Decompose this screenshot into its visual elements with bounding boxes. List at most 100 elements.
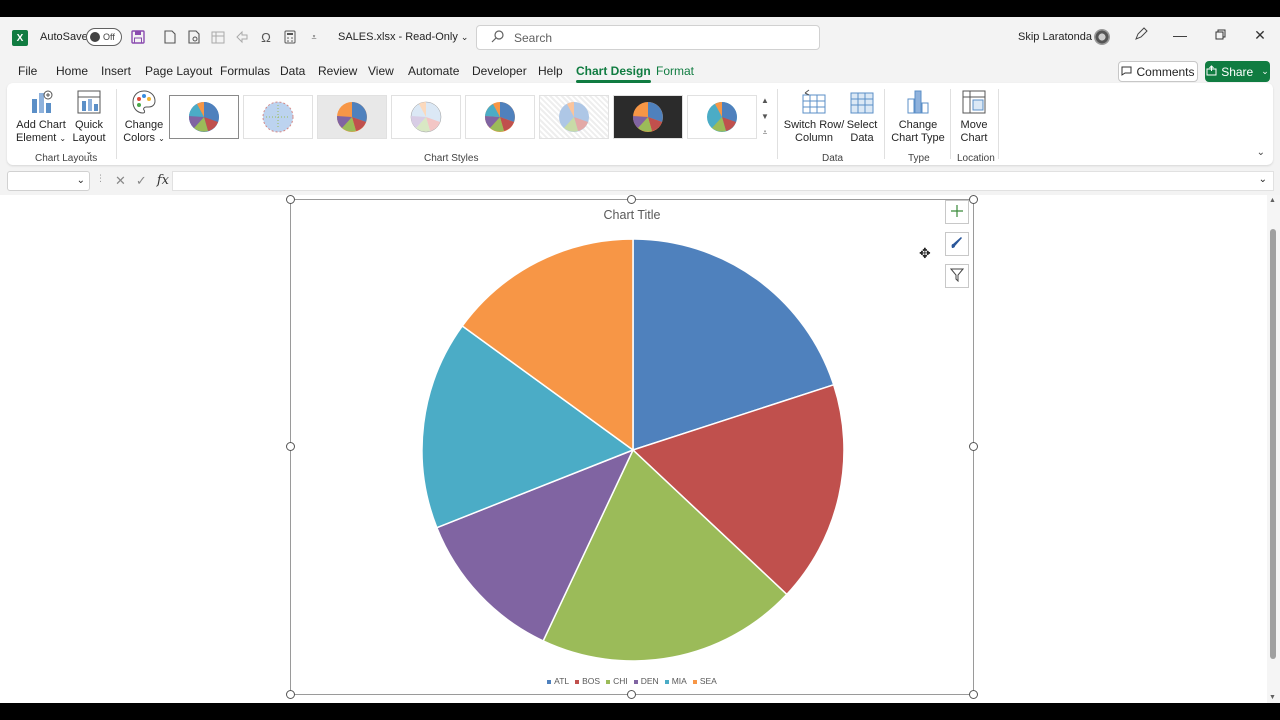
legend-swatch <box>664 679 669 684</box>
resize-handle-bottom-left[interactable] <box>286 690 295 699</box>
legend-item-bos[interactable]: BOS <box>575 676 600 686</box>
save-icon[interactable] <box>130 29 146 45</box>
chevron-down-icon[interactable]: ▼ <box>759 109 771 125</box>
legend-item-chi[interactable]: CHI <box>606 676 628 686</box>
legend-item-sea[interactable]: SEA <box>692 676 717 686</box>
scroll-thumb[interactable] <box>1270 229 1276 659</box>
chart-filters-button[interactable] <box>945 264 969 288</box>
chart-style-4[interactable] <box>391 95 461 139</box>
new-file-icon[interactable] <box>162 29 178 45</box>
chart-style-2[interactable] <box>243 95 313 139</box>
insert-function-icon[interactable]: fx <box>157 173 169 189</box>
resize-handle-right[interactable] <box>969 442 978 451</box>
enter-icon[interactable]: ✓ <box>136 173 147 189</box>
autosave-toggle[interactable]: Off <box>86 28 122 46</box>
vertical-scrollbar[interactable]: ▲ ▼ <box>1267 195 1280 703</box>
chart-style-1[interactable] <box>169 95 239 139</box>
chart-elements-button[interactable] <box>945 200 969 224</box>
resize-handle-bottom-right[interactable] <box>969 690 978 699</box>
legend-label: MIA <box>671 676 687 686</box>
resize-handle-top-right[interactable] <box>969 195 978 204</box>
change-colors-label-2: Colors <box>123 132 156 144</box>
chevron-down-icon: ⌄ <box>1261 66 1269 76</box>
select-data-button[interactable]: Select Data <box>845 89 879 145</box>
tab-help[interactable]: Help <box>538 64 563 78</box>
undo-icon[interactable] <box>234 29 250 45</box>
gallery-scroll[interactable]: ▲ ▼ ⩡ <box>759 93 771 143</box>
filter-icon <box>949 268 965 285</box>
print-preview-icon[interactable] <box>186 29 202 45</box>
chart-legend[interactable]: ATL BOS CHI DEN MIA SEA <box>291 676 973 686</box>
table-icon[interactable] <box>210 29 226 45</box>
title-bar: X AutoSave Off Ω ⩡ SALES.xlsx - Read-Onl… <box>0 17 1280 59</box>
change-colors-button[interactable]: Change Colors ⌄ <box>121 89 167 145</box>
tab-review[interactable]: Review <box>318 64 357 78</box>
change-chart-type-button[interactable]: Change Chart Type <box>889 89 947 145</box>
search-box[interactable]: Search <box>476 25 820 50</box>
tab-view[interactable]: View <box>368 64 394 78</box>
group-label-data: Data <box>822 153 844 164</box>
chart-style-5[interactable] <box>465 95 535 139</box>
chart-title[interactable]: Chart Title <box>291 208 973 222</box>
resize-handle-top-left[interactable] <box>286 195 295 204</box>
tab-file[interactable]: File <box>18 64 37 78</box>
tab-home[interactable]: Home <box>56 64 88 78</box>
chevron-up-icon[interactable]: ▲ <box>759 93 771 109</box>
plus-icon <box>950 204 964 221</box>
select-data-icon <box>849 89 875 115</box>
calculator-icon[interactable] <box>282 29 298 45</box>
pen-icon[interactable] <box>1131 27 1151 44</box>
search-icon <box>491 29 504 46</box>
collapse-ribbon-icon[interactable]: ⌄ <box>1257 147 1265 158</box>
close-icon[interactable]: ✕ <box>1250 27 1270 44</box>
resize-handle-left[interactable] <box>286 442 295 451</box>
tab-insert[interactable]: Insert <box>101 64 131 78</box>
user-name[interactable]: Skip Laratonda <box>1018 31 1092 43</box>
tab-automate[interactable]: Automate <box>408 64 459 78</box>
pie-chart[interactable]: Chart Title ATL BOS CHI DEN MIA SEA <box>290 199 974 695</box>
tab-format[interactable]: Format <box>656 64 694 78</box>
tab-developer[interactable]: Developer <box>472 64 527 78</box>
chevron-down-icon: ⌄ <box>460 32 469 42</box>
excel-logo-icon: X <box>12 30 28 46</box>
restore-icon[interactable] <box>1210 27 1230 43</box>
gallery-more-icon[interactable]: ⩡ <box>759 125 771 141</box>
omega-symbol-icon[interactable]: Ω <box>258 29 274 45</box>
legend-label: ATL <box>554 676 570 686</box>
chart-style-6[interactable] <box>539 95 609 139</box>
name-box[interactable]: ⌄ <box>7 171 90 191</box>
pie-plot-area[interactable] <box>420 237 846 663</box>
legend-item-den[interactable]: DEN <box>633 676 659 686</box>
add-chart-element-button[interactable]: Add Chart Element ⌄ <box>15 89 67 145</box>
tab-chart-design[interactable]: Chart Design <box>576 64 651 83</box>
move-chart-button[interactable]: Move Chart <box>957 89 991 145</box>
comments-button[interactable]: Comments <box>1118 61 1198 82</box>
legend-item-atl[interactable]: ATL <box>547 676 569 686</box>
chevron-down-icon: ⌄ <box>1258 174 1267 185</box>
avatar[interactable] <box>1094 29 1110 45</box>
tab-data[interactable]: Data <box>280 64 305 78</box>
chart-styles-button[interactable] <box>945 232 969 256</box>
tab-formulas[interactable]: Formulas <box>220 64 270 78</box>
scroll-up-icon[interactable]: ▲ <box>1269 197 1276 204</box>
tab-page-layout[interactable]: Page Layout <box>145 64 212 78</box>
scroll-down-icon[interactable]: ▼ <box>1269 694 1276 701</box>
share-button[interactable]: Share ⌄ <box>1205 61 1270 82</box>
toggle-knob <box>90 32 100 42</box>
group-label-chart-layouts: Chart Layouts <box>35 153 98 164</box>
switch-row-column-label-2: Column <box>795 132 833 144</box>
chart-style-3[interactable] <box>317 95 387 139</box>
cancel-icon[interactable]: ✕ <box>115 173 126 189</box>
switch-row-column-button[interactable]: Switch Row/ Column <box>783 89 845 145</box>
quick-layout-button[interactable]: Quick Layout ⌄ <box>69 89 109 158</box>
minimize-icon[interactable]: — <box>1170 27 1190 43</box>
resize-handle-bottom[interactable] <box>627 690 636 699</box>
file-name[interactable]: SALES.xlsx - Read-Only ⌄ <box>338 31 468 43</box>
customize-toolbar-icon[interactable]: ⩡ <box>306 29 322 45</box>
excel-window: X AutoSave Off Ω ⩡ SALES.xlsx - Read-Onl… <box>0 17 1280 703</box>
legend-item-mia[interactable]: MIA <box>664 676 687 686</box>
resize-handle-top[interactable] <box>627 195 636 204</box>
chart-style-7[interactable] <box>613 95 683 139</box>
chart-style-8[interactable] <box>687 95 757 139</box>
formula-input[interactable]: ⌄ <box>172 171 1274 191</box>
